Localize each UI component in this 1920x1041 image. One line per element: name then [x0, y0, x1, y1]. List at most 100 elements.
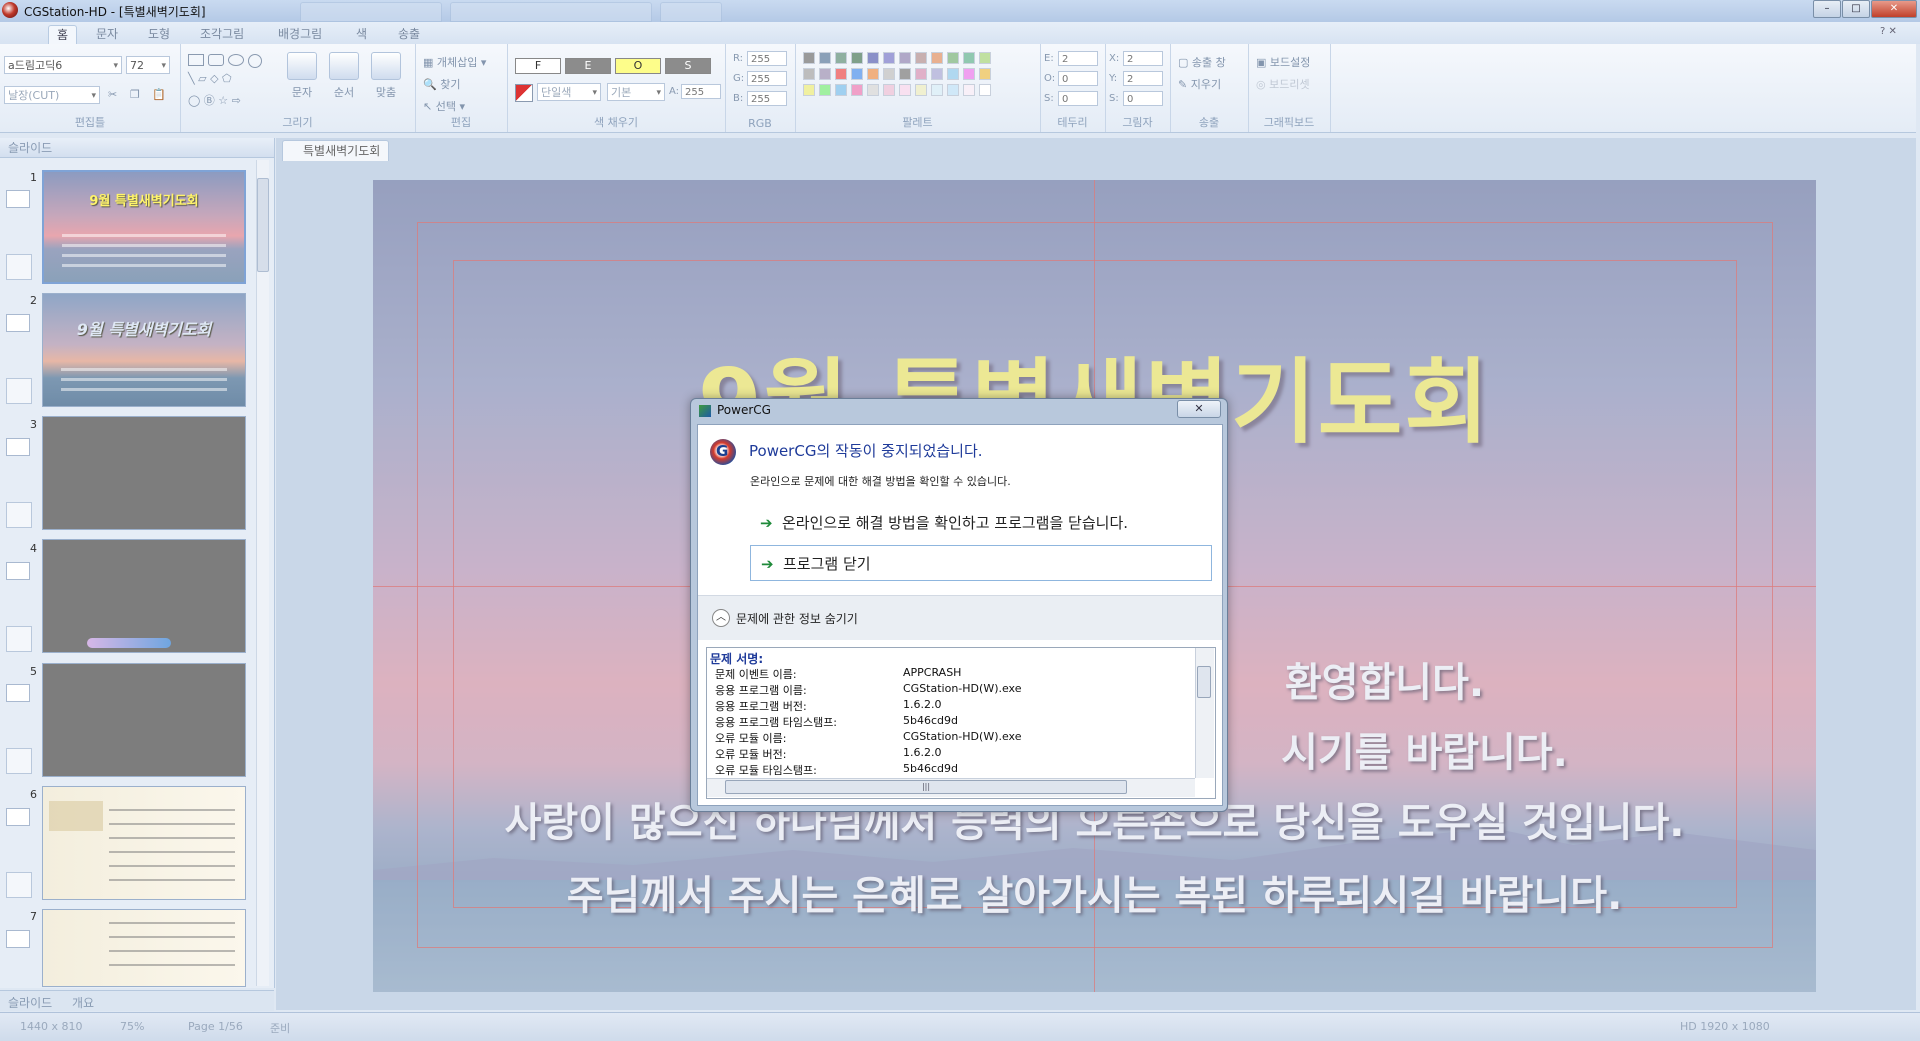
select-button[interactable]: ↖ 선택 ▾ — [423, 98, 465, 114]
slide-thumbnail-1[interactable]: 9월 특별새벽기도회 — [42, 170, 246, 284]
align-button[interactable]: 맞춤 — [368, 52, 404, 100]
slide-thumbnail-5[interactable] — [42, 663, 246, 777]
slide-option-icon[interactable] — [6, 626, 32, 652]
palette-swatch[interactable] — [915, 68, 927, 80]
tab-home[interactable]: 홈 — [48, 25, 78, 44]
palette-swatch[interactable] — [851, 52, 863, 64]
palette-swatch[interactable] — [819, 84, 831, 96]
alpha-spinner[interactable]: 255 — [681, 84, 721, 99]
palette-swatch[interactable] — [931, 84, 943, 96]
font-size-select[interactable]: 72 — [126, 56, 170, 75]
border-o-spinner[interactable]: 0 — [1058, 71, 1098, 86]
slide-option-icon[interactable] — [6, 254, 32, 280]
palette-swatch[interactable] — [819, 68, 831, 80]
fill-style-select[interactable]: 기본 — [607, 83, 665, 102]
palette-swatch[interactable] — [835, 84, 847, 96]
chevron-up-icon[interactable]: ︿ — [712, 609, 730, 627]
slide-thumbnail-7[interactable] — [42, 909, 246, 987]
palette-swatch[interactable] — [899, 52, 911, 64]
palette-swatch[interactable] — [915, 52, 927, 64]
slide-option-icon[interactable] — [6, 378, 32, 404]
palette-swatch[interactable] — [883, 52, 895, 64]
slide-option-icon[interactable] — [6, 748, 32, 774]
help-icon[interactable]: ? ✕ — [1880, 26, 1897, 37]
palette-swatch[interactable] — [963, 68, 975, 80]
palette-swatch[interactable] — [947, 52, 959, 64]
slide-type-icon[interactable] — [6, 808, 30, 826]
details-vertical-scroll-thumb[interactable] — [1197, 666, 1211, 698]
transition-select[interactable]: 날장(CUT) — [4, 86, 100, 105]
g-spinner[interactable]: 255 — [747, 71, 787, 86]
tab-color[interactable]: 색 — [348, 25, 375, 43]
palette-swatch[interactable] — [963, 52, 975, 64]
close-program-option[interactable]: ➔ 프로그램 닫기 — [750, 545, 1212, 581]
palette-swatch[interactable] — [867, 84, 879, 96]
palette-swatch[interactable] — [867, 68, 879, 80]
details-toggle-label[interactable]: 문제에 관한 정보 숨기기 — [736, 610, 858, 627]
palette-swatch[interactable] — [867, 52, 879, 64]
palette-swatch[interactable] — [899, 84, 911, 96]
tab-outline[interactable]: 개요 — [72, 994, 94, 1011]
b-spinner[interactable]: 255 — [747, 91, 787, 106]
palette-swatch[interactable] — [819, 52, 831, 64]
palette-swatch[interactable] — [835, 68, 847, 80]
outline-color-box[interactable]: O — [615, 58, 661, 74]
cut-icon[interactable]: ✂ — [108, 88, 117, 101]
border-e-spinner[interactable]: 2 — [1058, 51, 1098, 66]
slide-type-icon[interactable] — [6, 190, 30, 208]
palette-swatch[interactable] — [803, 52, 815, 64]
rectangle-shape-icon[interactable] — [188, 54, 204, 66]
circle-shape-icon[interactable] — [248, 54, 262, 68]
palette-swatch[interactable] — [851, 84, 863, 96]
slide-panel-scrollbar[interactable] — [256, 160, 269, 986]
board-settings-button[interactable]: ▣ 보드설정 — [1256, 54, 1310, 70]
palette-swatch[interactable] — [963, 84, 975, 96]
palette-swatch[interactable] — [979, 84, 991, 96]
slide-panel-scroll-thumb[interactable] — [257, 178, 269, 272]
palette-swatch[interactable] — [947, 84, 959, 96]
palette-swatch[interactable] — [851, 68, 863, 80]
edge-color-box[interactable]: E — [565, 58, 611, 74]
slide-type-icon[interactable] — [6, 438, 30, 456]
copy-icon[interactable]: ❐ — [130, 88, 140, 101]
tab-clipart[interactable]: 조각그림 — [192, 25, 252, 43]
rounded-rect-shape-icon[interactable] — [208, 54, 224, 66]
palette-swatch[interactable] — [979, 52, 991, 64]
fill-type-select[interactable]: 단일색 — [537, 83, 601, 102]
find-button[interactable]: 🔍 찾기 — [423, 76, 460, 92]
palette-swatch[interactable] — [915, 84, 927, 96]
font-select[interactable]: a드림고딕6 — [4, 56, 122, 75]
order-button[interactable]: 순서 — [326, 52, 362, 100]
shadow-color-box[interactable]: S — [665, 58, 711, 74]
slide-type-icon[interactable] — [6, 562, 30, 580]
palette-swatch[interactable] — [803, 84, 815, 96]
erase-button[interactable]: ✎ 지우기 — [1178, 76, 1221, 92]
slide-type-icon[interactable] — [6, 684, 30, 702]
r-spinner[interactable]: 255 — [747, 51, 787, 66]
palette-swatch[interactable] — [931, 68, 943, 80]
paste-icon[interactable]: 📋 — [152, 88, 166, 101]
palette-swatch[interactable] — [931, 52, 943, 64]
more-shapes-icon[interactable]: ◯ Ⓑ ☆ ⇨ — [188, 92, 241, 108]
slide-thumbnail-6[interactable] — [42, 786, 246, 900]
tab-broadcast[interactable]: 송출 — [390, 25, 428, 43]
fill-color-icon[interactable] — [515, 84, 533, 102]
problem-details-box[interactable]: 문제 서명: 문제 이벤트 이름: APPCRASH 응용 프로그램 이름: C… — [706, 647, 1216, 799]
slide-thumbnail-2[interactable]: 9월 특별새벽기도회 — [42, 293, 246, 407]
line-shape-icon[interactable]: ╲ ▱ ◇ ⬠ — [188, 72, 232, 85]
slide-option-icon[interactable] — [6, 502, 32, 528]
slide-option-icon[interactable] — [6, 872, 32, 898]
dialog-close-button[interactable]: ✕ — [1177, 400, 1221, 418]
palette-swatch[interactable] — [899, 68, 911, 80]
slide-thumbnail-4[interactable] — [42, 539, 246, 653]
maximize-button[interactable]: □ — [1842, 0, 1870, 18]
tab-shape[interactable]: 도형 — [140, 25, 178, 43]
board-reset-button[interactable]: ◎ 보드리셋 — [1256, 76, 1310, 92]
tab-text[interactable]: 문자 — [88, 25, 126, 43]
fill-color-box[interactable]: F — [515, 58, 561, 74]
palette-swatch[interactable] — [979, 68, 991, 80]
slide-thumbnail-3[interactable] — [42, 416, 246, 530]
minimize-button[interactable]: – — [1813, 0, 1841, 18]
tab-background[interactable]: 배경그림 — [270, 25, 330, 43]
shadow-s-spinner[interactable]: 0 — [1123, 91, 1163, 106]
